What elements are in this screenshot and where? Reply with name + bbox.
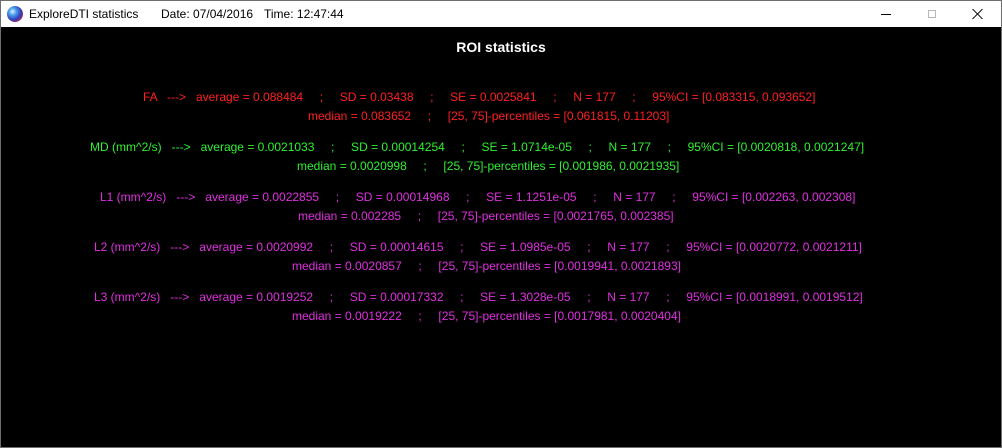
explore-dti-icon [7, 6, 23, 22]
md-stats-line: MD (mm^2/s) ---> average = 0.0021033 ; S… [90, 140, 865, 154]
page-title: ROI statistics [456, 39, 546, 55]
close-icon [972, 8, 984, 20]
fa-stats-line: FA ---> average = 0.088484 ; SD = 0.0343… [143, 90, 816, 104]
l1-percentiles-line: median = 0.002285 ; [25, 75]-percentiles… [298, 209, 674, 223]
maximize-icon [928, 10, 936, 18]
statistics-window: ExploreDTI statistics Date: 07/04/2016 T… [0, 0, 1002, 448]
title-bar[interactable]: ExploreDTI statistics Date: 07/04/2016 T… [1, 1, 1001, 27]
l1-stats-line: L1 (mm^2/s) ---> average = 0.0022855 ; S… [100, 190, 856, 204]
stats-panel: ROI statistics FA ---> average = 0.08848… [1, 27, 1001, 447]
minimize-icon [881, 13, 891, 15]
l3-stats-line: L3 (mm^2/s) ---> average = 0.0019252 ; S… [94, 290, 863, 304]
date-label: Date: 07/04/2016 [161, 7, 254, 21]
time-label: Time: 12:47:44 [264, 7, 344, 21]
minimize-button[interactable] [863, 1, 909, 27]
maximize-button[interactable] [909, 1, 955, 27]
md-percentiles-line: median = 0.0020998 ; [25, 75]-percentile… [297, 159, 680, 173]
l2-percentiles-line: median = 0.0020857 ; [25, 75]-percentile… [292, 259, 681, 273]
close-button[interactable] [955, 1, 1001, 27]
l3-percentiles-line: median = 0.0019222 ; [25, 75]-percentile… [292, 309, 681, 323]
l2-stats-line: L2 (mm^2/s) ---> average = 0.0020992 ; S… [94, 240, 862, 254]
fa-percentiles-line: median = 0.083652 ; [25, 75]-percentiles… [308, 109, 670, 123]
window-title: ExploreDTI statistics [29, 7, 139, 21]
